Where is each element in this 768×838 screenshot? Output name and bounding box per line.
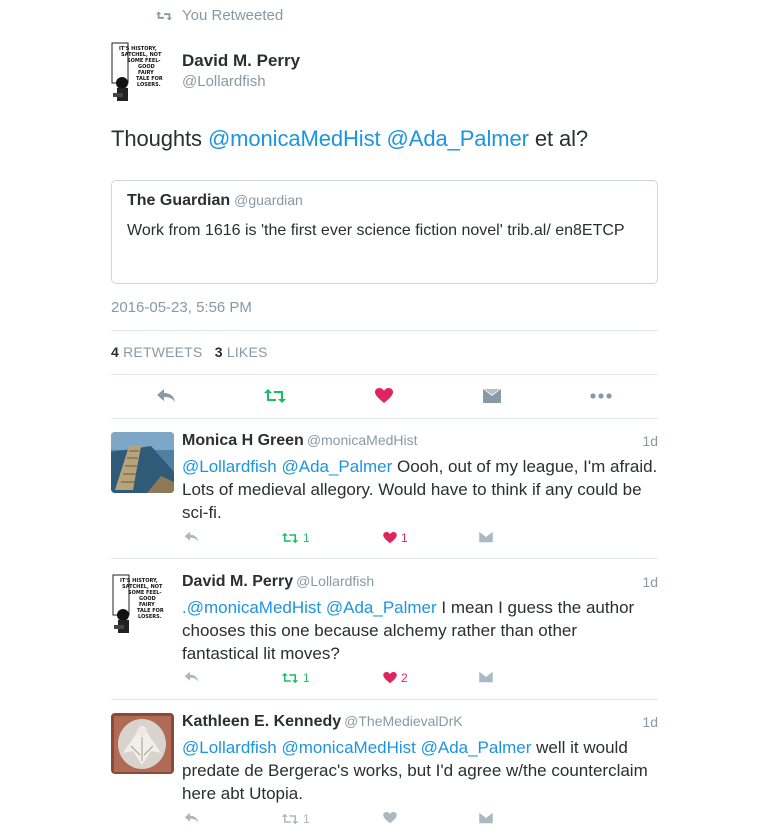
direct-message-button[interactable] bbox=[479, 531, 493, 543]
author-name[interactable]: David M. Perry bbox=[182, 51, 300, 71]
retweet-button[interactable]: 1 bbox=[281, 531, 310, 545]
retweets-label[interactable]: RETWEETS bbox=[123, 344, 202, 360]
reply-header: Kathleen E. Kennedy @TheMedievalDrK bbox=[182, 713, 463, 731]
divider bbox=[111, 699, 658, 700]
retweet-icon bbox=[281, 532, 299, 544]
retweet-count: 1 bbox=[303, 812, 310, 826]
divider bbox=[111, 558, 658, 559]
retweets-count[interactable]: 4 bbox=[111, 344, 119, 360]
envelope-icon bbox=[479, 812, 493, 824]
reply-author-name[interactable]: Monica H Green bbox=[182, 432, 304, 449]
like-button[interactable] bbox=[383, 812, 397, 824]
reply-icon bbox=[157, 389, 175, 402]
mention-link[interactable]: @Lollardfish @monicaMedHist @Ada_Palmer bbox=[182, 738, 531, 757]
reply-tweet[interactable]: Kathleen E. Kennedy @TheMedievalDrK 1d @L… bbox=[111, 713, 658, 833]
main-author[interactable]: David M. Perry @Lollardfish bbox=[182, 51, 300, 90]
retweet-notice: You Retweeted bbox=[155, 7, 283, 24]
mention-link[interactable]: @Lollardfish @Ada_Palmer bbox=[182, 457, 392, 476]
direct-message-button[interactable] bbox=[481, 383, 503, 409]
tweet-action-bar bbox=[111, 383, 658, 409]
envelope-icon bbox=[479, 531, 493, 543]
divider bbox=[111, 418, 658, 419]
heart-icon bbox=[383, 532, 397, 544]
reply-button[interactable] bbox=[184, 812, 199, 824]
reply-time[interactable]: 1d bbox=[642, 433, 658, 449]
reply-button[interactable] bbox=[155, 383, 177, 409]
direct-message-button[interactable] bbox=[479, 812, 493, 824]
reply-text: .@monicaMedHist @Ada_Palmer I mean I gue… bbox=[182, 596, 658, 665]
retweet-button[interactable] bbox=[261, 383, 289, 409]
retweet-count: 1 bbox=[303, 671, 310, 685]
reply-text: @Lollardfish @monicaMedHist @Ada_Palmer … bbox=[182, 736, 658, 805]
like-count: 1 bbox=[401, 531, 408, 545]
reply-author-handle[interactable]: @monicaMedHist bbox=[307, 432, 418, 448]
more-options-button[interactable] bbox=[589, 383, 613, 409]
avatar[interactable]: IT'S HISTORY, SATCHEL, NOT SOME FEEL- GO… bbox=[111, 573, 174, 634]
like-button[interactable]: 1 bbox=[383, 531, 408, 545]
tweet-timestamp[interactable]: 2016-05-23, 5:56 PM bbox=[111, 299, 252, 316]
reply-author-name[interactable]: David M. Perry bbox=[182, 573, 293, 590]
reply-author-name[interactable]: Kathleen E. Kennedy bbox=[182, 713, 341, 730]
tweet-text-prefix: Thoughts bbox=[111, 126, 208, 151]
divider bbox=[111, 374, 658, 375]
reply-icon bbox=[184, 671, 199, 682]
reply-author-handle[interactable]: @Lollardfish bbox=[296, 573, 374, 589]
retweet-icon bbox=[155, 11, 173, 20]
mention-link[interactable]: .@monicaMedHist @Ada_Palmer bbox=[182, 598, 437, 617]
svg-text:LOSERS.: LOSERS. bbox=[138, 614, 162, 620]
likes-count[interactable]: 3 bbox=[215, 344, 223, 360]
reply-time[interactable]: 1d bbox=[642, 574, 658, 590]
reply-time[interactable]: 1d bbox=[642, 714, 658, 730]
retweet-button[interactable]: 1 bbox=[281, 671, 310, 685]
reply-button[interactable] bbox=[184, 671, 199, 683]
like-button[interactable]: 2 bbox=[383, 671, 408, 685]
divider bbox=[111, 330, 658, 331]
reply-tweet[interactable]: Monica H Green @monicaMedHist 1d @Lollard… bbox=[111, 432, 658, 552]
like-count: 2 bbox=[401, 671, 408, 685]
heart-icon bbox=[383, 812, 397, 824]
heart-icon bbox=[383, 672, 397, 684]
reply-tweet[interactable]: IT'S HISTORY, SATCHEL, NOT SOME FEEL- GO… bbox=[111, 573, 658, 693]
envelope-icon bbox=[483, 389, 501, 403]
envelope-icon bbox=[479, 671, 493, 683]
retweet-icon bbox=[264, 389, 286, 403]
reply-text: @Lollardfish @Ada_Palmer Oooh, out of my… bbox=[182, 455, 658, 524]
direct-message-button[interactable] bbox=[479, 671, 493, 683]
retweet-icon bbox=[281, 813, 299, 825]
likes-label[interactable]: LIKES bbox=[227, 344, 268, 360]
author-handle[interactable]: @Lollardfish bbox=[182, 73, 300, 90]
retweet-notice-text: You Retweeted bbox=[182, 7, 284, 24]
avatar[interactable]: IT'S HISTORY, SATCHEL, NOT SOME FEEL- GO… bbox=[110, 41, 172, 103]
mention-link[interactable]: @monicaMedHist bbox=[208, 126, 381, 151]
quoted-author-name: The Guardian bbox=[127, 192, 231, 209]
reply-header: Monica H Green @monicaMedHist bbox=[182, 432, 418, 450]
tweet-text-suffix: et al? bbox=[528, 126, 589, 151]
reply-action-bar: 1 2 bbox=[182, 671, 512, 689]
avatar[interactable] bbox=[111, 432, 174, 493]
quoted-tweet-text: Work from 1616 is 'the first ever scienc… bbox=[127, 222, 625, 239]
reply-icon bbox=[184, 531, 199, 542]
retweet-button[interactable]: 1 bbox=[281, 812, 310, 826]
mention-link[interactable]: @Ada_Palmer bbox=[387, 126, 529, 151]
reply-icon bbox=[184, 812, 199, 823]
quoted-author-handle: @guardian bbox=[234, 192, 303, 208]
avatar[interactable] bbox=[111, 713, 174, 774]
heart-icon bbox=[375, 388, 393, 403]
retweet-count: 1 bbox=[303, 531, 310, 545]
reply-action-bar: 1 bbox=[182, 812, 512, 830]
svg-text:LOSERS.: LOSERS. bbox=[137, 82, 161, 88]
reply-author-handle[interactable]: @TheMedievalDrK bbox=[344, 713, 462, 729]
quoted-tweet-card[interactable]: The Guardian @guardian Work from 1616 is … bbox=[111, 180, 658, 284]
reply-header: David M. Perry @Lollardfish bbox=[182, 573, 374, 591]
reply-action-bar: 1 1 bbox=[182, 531, 512, 549]
tweet-text: Thoughts @monicaMedHist @Ada_Palmer et a… bbox=[111, 126, 588, 152]
retweet-icon bbox=[281, 672, 299, 684]
reply-button[interactable] bbox=[184, 531, 199, 543]
tweet-stats: 4 RETWEETS 3 LIKES bbox=[111, 344, 268, 360]
more-icon bbox=[590, 393, 612, 399]
like-button[interactable] bbox=[373, 383, 395, 409]
